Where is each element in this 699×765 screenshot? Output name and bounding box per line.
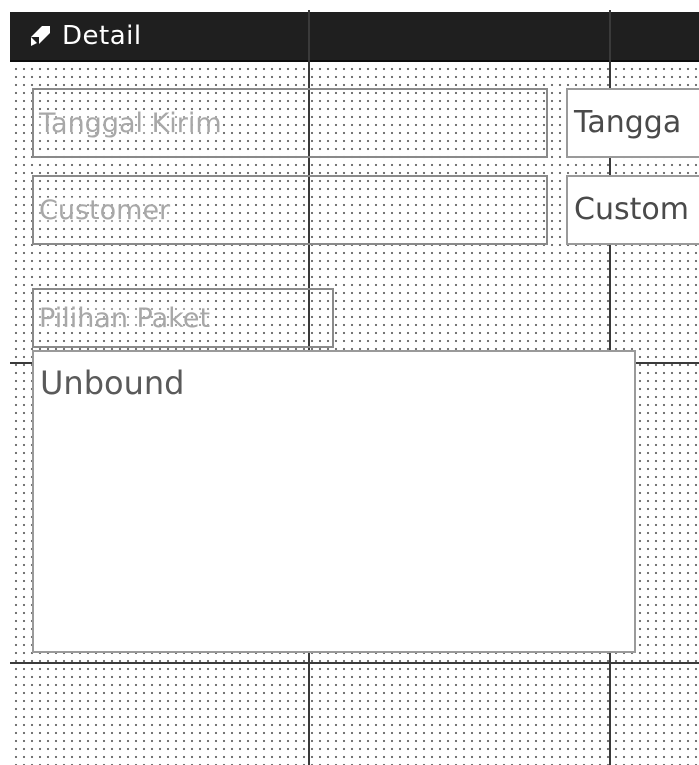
tanggal-kirim-field[interactable]: Tangga <box>566 88 699 158</box>
unbound-control-text: Unbound <box>40 364 185 402</box>
customer-label[interactable]: Customer <box>32 175 548 245</box>
tanggal-kirim-label-text: Tanggal Kirim <box>39 107 222 139</box>
detail-section-header: Detail <box>0 0 699 62</box>
pilihan-paket-label[interactable]: Pilihan Paket <box>32 288 334 348</box>
tanggal-kirim-field-text: Tangga <box>574 105 682 140</box>
detail-section-bar[interactable]: Detail <box>10 12 699 62</box>
grid-divider-horizontal-bottom <box>10 662 699 664</box>
tanggal-kirim-label[interactable]: Tanggal Kirim <box>32 88 548 158</box>
section-title: Detail <box>62 21 142 51</box>
customer-label-text: Customer <box>39 194 171 226</box>
customer-field[interactable]: Custom <box>566 175 699 245</box>
section-collapse-icon <box>28 24 52 48</box>
unbound-control[interactable]: Unbound <box>32 350 636 653</box>
customer-field-text: Custom <box>574 192 689 227</box>
pilihan-paket-label-text: Pilihan Paket <box>39 302 211 334</box>
